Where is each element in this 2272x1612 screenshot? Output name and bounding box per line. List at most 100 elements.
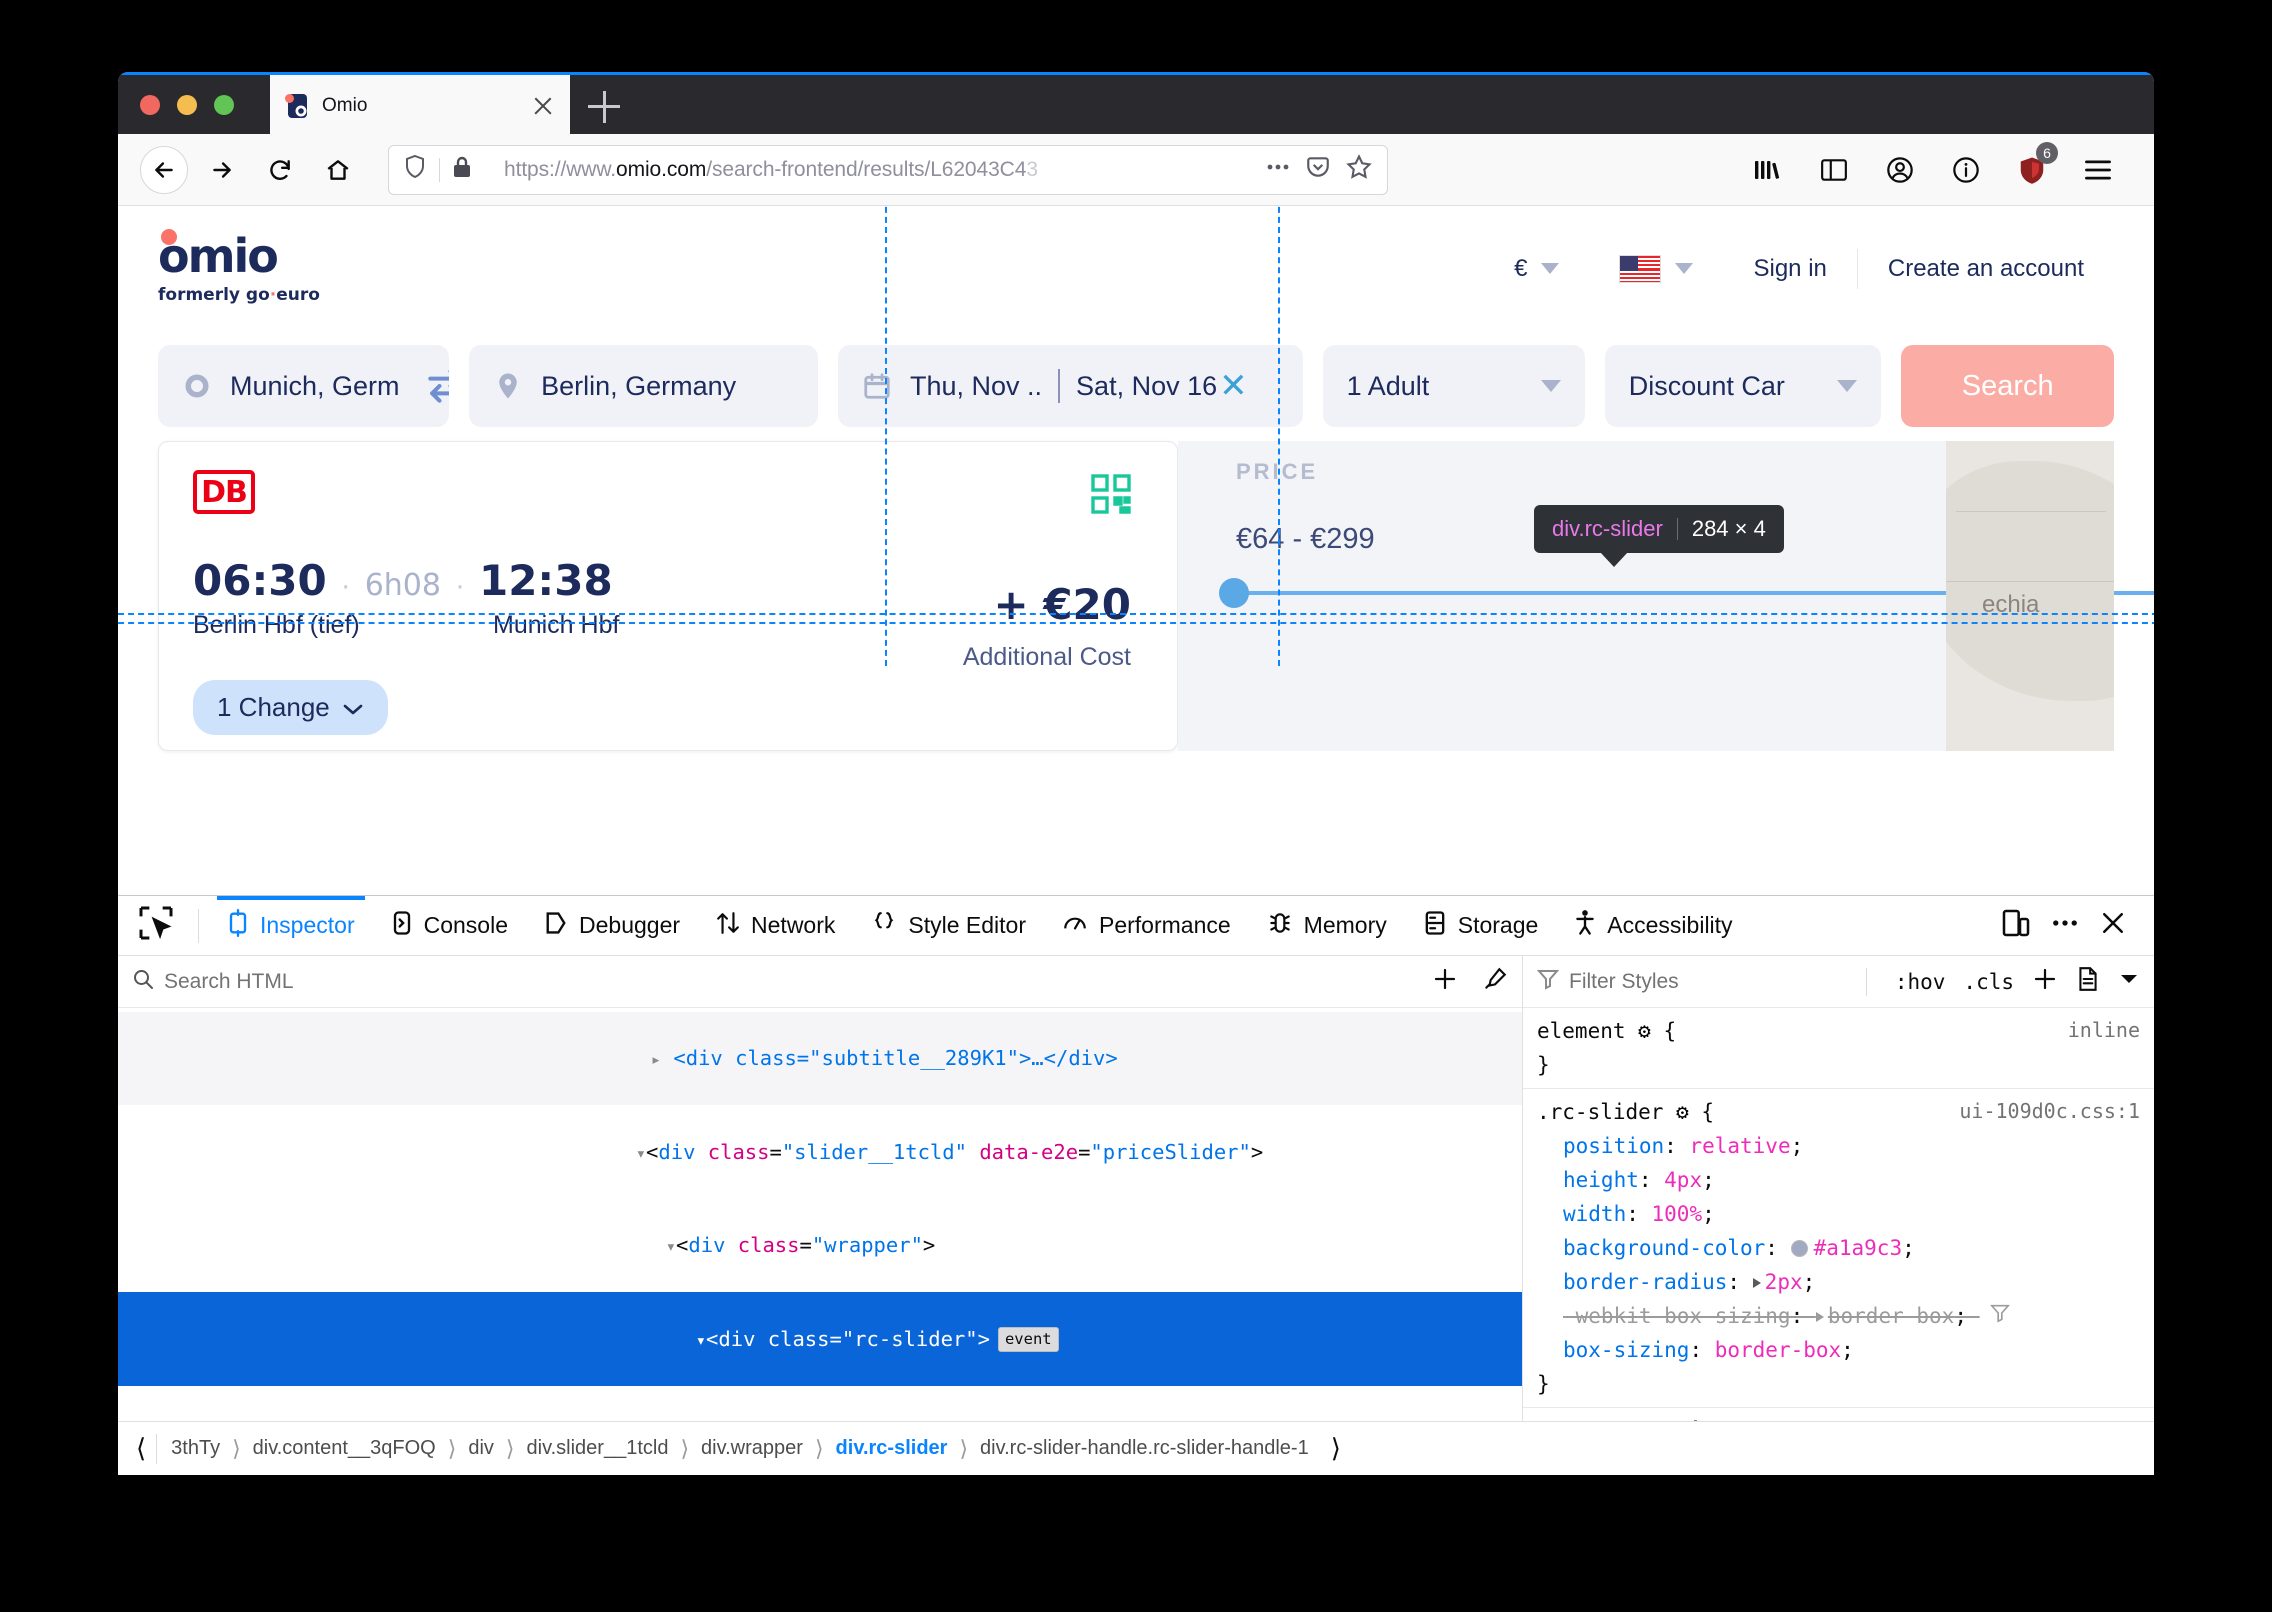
rule-source[interactable]: ui-109d0c.css:1 [1959,1095,2140,1127]
bookmark-star-icon[interactable] [1345,153,1373,186]
account-icon[interactable] [1876,146,1924,194]
info-icon[interactable] [1942,146,1990,194]
logo-tagline: formerly go·euro [158,284,320,305]
breadcrumb-scroll-left-icon[interactable]: ⟨ [126,1433,156,1464]
css-declaration[interactable]: height: 4px; [1537,1163,2140,1197]
breadcrumb-item[interactable]: div.rc-slider-handle.rc-slider-handle-1 [968,1437,1321,1460]
home-button[interactable] [314,146,362,194]
sign-in-link[interactable]: Sign in [1723,255,1856,283]
css-rule[interactable]: a, button, div, input, ui-109d0c.css:1 l… [1523,1408,2154,1421]
breadcrumb-item[interactable]: div [456,1437,506,1460]
eyedropper-icon[interactable] [1482,966,1508,997]
ublock-shield-icon[interactable]: 6 [2008,141,2058,194]
html-search-bar[interactable]: Search HTML [118,956,1522,1008]
rule-settings-icon[interactable]: ⚙ [1638,1019,1651,1043]
markup-line[interactable]: ▾<div class="wrapper"> [118,1199,1522,1292]
tab-network[interactable]: Network [698,897,853,955]
markup-line[interactable]: <div class="rc-slider-rail"></div> [118,1386,1522,1421]
tracking-protection-icon[interactable] [403,154,427,185]
accessibility-icon [1574,909,1596,943]
color-swatch[interactable] [1790,1240,1808,1258]
tab-style-editor[interactable]: Style Editor [853,897,1044,955]
page-actions-icon[interactable] [1265,154,1291,185]
journey-result-card[interactable]: DB 06:30 · 6h08 · 12:38 Berlin Hbf (tief… [158,441,1178,751]
tab-debugger[interactable]: Debugger [526,897,698,955]
css-declaration[interactable]: position: relative; [1537,1129,2140,1163]
rule-settings-icon[interactable]: ⚙ [1676,1100,1689,1124]
tab-memory[interactable]: Memory [1249,897,1405,955]
results-map[interactable]: echia [1946,441,2114,751]
back-button[interactable] [140,145,188,194]
tab-close-icon[interactable] [530,93,556,119]
search-button[interactable]: Search [1901,345,2115,427]
filter-styles-bar[interactable]: Filter Styles :hov .cls [1523,956,2154,1008]
responsive-design-mode-icon[interactable] [2000,907,2032,944]
slider-handle-min[interactable] [1219,578,1249,608]
element-picker-icon[interactable] [136,903,182,949]
currency-selector[interactable]: € [1484,255,1589,283]
breadcrumb-separator-icon: ⟩ [505,1435,515,1461]
class-toggle[interactable]: .cls [1963,970,2014,994]
css-declaration[interactable]: box-sizing: border-box; [1537,1333,2140,1367]
save-to-pocket-icon[interactable] [1305,154,1331,185]
breadcrumb-item[interactable]: div.content__3qFOQ [241,1437,448,1460]
minimize-window-button[interactable] [177,95,197,115]
breadcrumb-item[interactable]: div.slider__1tcld [515,1437,681,1460]
passengers-select[interactable]: 1 Adult [1322,345,1585,427]
expand-panel-icon[interactable] [2118,971,2140,992]
expand-arrow-icon[interactable] [1752,1278,1761,1289]
event-badge[interactable]: event [997,1326,1059,1353]
devtools-more-icon[interactable] [2050,908,2080,943]
language-selector[interactable] [1589,254,1723,283]
breadcrumb-item-current[interactable]: div.rc-slider [824,1437,960,1460]
hamburger-menu-icon[interactable] [2074,146,2122,194]
css-rules-list[interactable]: element ⚙ { inline } .rc-slider ⚙ { ui-1… [1523,1008,2154,1421]
add-node-icon[interactable] [1432,966,1458,997]
rule-source[interactable]: inline [2068,1014,2140,1046]
create-account-link[interactable]: Create an account [1858,255,2114,283]
breadcrumb-item[interactable]: 3thTy [159,1437,232,1460]
return-date-value: Sat, Nov 16 [1076,370,1218,401]
clear-return-date-button[interactable]: ✕ [1219,366,1248,406]
css-declaration[interactable]: background-color: #a1a9c3; [1537,1231,2140,1265]
css-rule[interactable]: element ⚙ { inline } [1523,1008,2154,1090]
date-range-input[interactable]: Thu, Nov .. Sat, Nov 16 ✕ [838,345,1303,427]
address-bar[interactable]: https://www.omio.com/search-frontend/res… [388,144,1388,195]
filter-swatch-icon[interactable] [1989,1304,2010,1328]
tab-console[interactable]: Console [373,897,526,955]
css-declaration-overridden[interactable]: -webkit-box-sizing: border-box; [1537,1299,2140,1333]
omio-logo[interactable]: omio formerly go·euro [158,228,328,305]
markup-line-selected[interactable]: ▾<div class="rc-slider"> event [118,1292,1522,1386]
forward-button[interactable] [198,146,246,194]
tab-performance[interactable]: Performance [1044,897,1249,955]
changes-toggle[interactable]: 1 Change [193,680,388,735]
origin-input[interactable]: Munich, Germ [158,345,450,427]
markup-line[interactable]: ▸ <div class="subtitle__289K1">…</div> [118,1012,1522,1106]
sidebar-icon[interactable] [1810,146,1858,194]
breadcrumb-scroll-right-icon[interactable]: ⟩ [1321,1433,1351,1464]
css-declaration[interactable]: border-radius: 2px; [1537,1265,2140,1299]
browser-tab[interactable]: Omio [270,75,570,137]
breadcrumb-item[interactable]: div.wrapper [689,1437,815,1460]
devtools-close-icon[interactable] [2098,908,2128,943]
css-declaration[interactable]: width: 100%; [1537,1197,2140,1231]
pseudo-class-toggle[interactable]: :hov [1895,970,1946,994]
maximize-window-button[interactable] [214,95,234,115]
add-rule-icon[interactable] [2032,966,2058,997]
discount-card-select[interactable]: Discount Car [1604,345,1882,427]
swap-stations-button[interactable] [423,364,450,408]
markup-line[interactable]: ▾<div class="slider__1tcld" data-e2e="pr… [118,1105,1522,1198]
tab-storage[interactable]: Storage [1405,897,1557,955]
library-icon[interactable] [1744,146,1792,194]
tab-accessibility[interactable]: Accessibility [1556,897,1750,955]
reload-button[interactable] [256,146,304,194]
new-tab-button[interactable] [588,91,620,123]
destination-input[interactable]: Berlin, Germany [469,345,818,427]
tab-inspector[interactable]: Inspector [209,895,373,955]
print-styles-icon[interactable] [2076,966,2100,997]
css-rule[interactable]: .rc-slider ⚙ { ui-109d0c.css:1 position:… [1523,1089,2154,1409]
markup-tree[interactable]: ▸ <div class="subtitle__289K1">…</div> ▾… [118,1008,1522,1421]
lock-icon[interactable] [452,155,472,184]
close-window-button[interactable] [140,95,160,115]
rule-source[interactable]: ui-109d0c.css:1 [1959,1414,2140,1421]
